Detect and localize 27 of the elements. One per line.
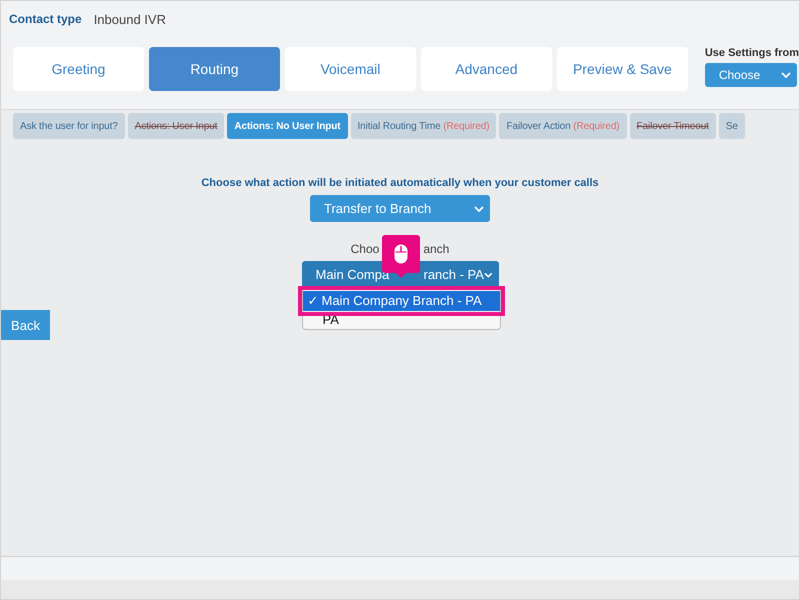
tab[interactable]: Advanced [420,47,552,91]
settings-label: Use Settings from [704,47,799,59]
step-tab[interactable]: Actions: No User Input [227,113,348,139]
tab[interactable]: Routing [148,47,280,91]
branch-label: Choo [350,242,380,256]
choose-button[interactable]: Choose [704,63,797,87]
tab[interactable]: Greeting [13,47,144,91]
tab[interactable]: Preview & Save [556,47,688,91]
step-tab[interactable]: Actions: User Input [128,113,224,139]
chevron-icon [780,72,791,78]
step-tab[interactable]: Failover Timeout [630,113,716,139]
step-tab[interactable]: Ask the user for input? [13,113,125,139]
step-tab[interactable]: Initial Routing Time (Required) [350,113,496,139]
step-tab[interactable]: Failover Action (Required) [499,113,627,139]
chevron-icon [474,206,484,212]
chevron-icon [484,272,492,278]
contact-type-value: Inbound IVR [94,12,166,26]
action-select[interactable]: Transfer to Branch [310,195,490,222]
mouse-icon [394,244,408,264]
branch-label: anch [423,242,450,256]
step-tab[interactable]: Se [718,113,745,139]
back-button[interactable]: Back [1,310,50,340]
dropdown-option[interactable]: ✓ Main Company Branch - PA [302,291,500,311]
contact-type-label: Contact type [9,12,82,26]
branch-select[interactable]: Main Compa ranch - PA [302,261,498,288]
question-text: Choose what action will be initiated automatically when your customer calls [201,177,599,189]
tab[interactable]: Voicemail [284,47,416,91]
